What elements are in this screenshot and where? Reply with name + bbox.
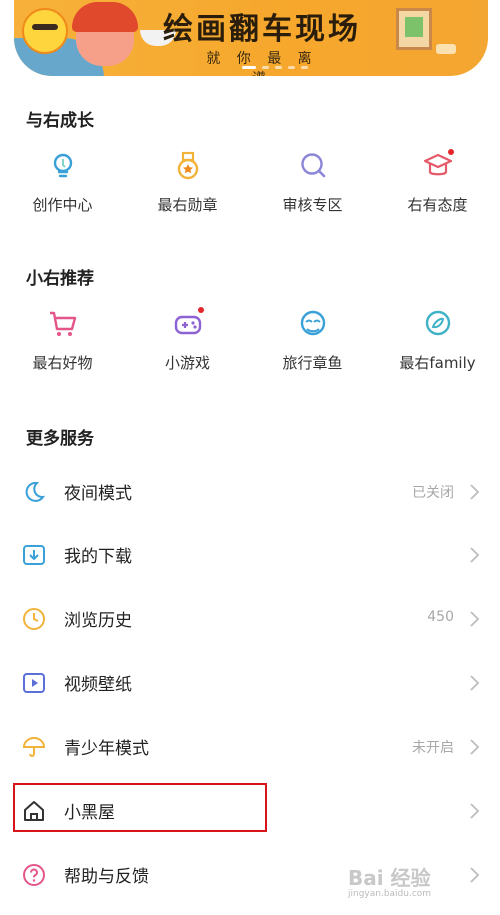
banner-pagination [242,66,308,69]
grid-item-label: 最右family [399,354,476,372]
section-title-services: 更多服务 [26,429,94,449]
watermark-sub: jingyan.baidu.com [348,889,432,899]
grid-item-family[interactable]: 最右family [375,308,500,373]
watermark: Bai 经验 jingyan.baidu.com [348,862,431,899]
gamepad-icon [172,307,204,340]
moon-icon [22,480,46,504]
chevron-right-icon [464,865,484,885]
grid-item-label: 最右勋章 [157,196,218,214]
row-label: 视频壁纸 [64,675,132,695]
banner-dot [301,66,308,69]
help-icon [22,863,46,887]
banner-dot [262,66,269,69]
row-value: 未开启 [412,740,454,756]
clock-icon [22,607,46,631]
family-icon [422,308,454,340]
row-label: 我的下载 [64,547,132,567]
chevron-right-icon [464,673,484,693]
section-title-recommend: 小右推荐 [26,269,94,289]
row-teen-mode[interactable]: 青少年模式 未开启 [0,715,500,779]
banner[interactable]: 绘画翻车现场 就 你 最 离 谱 [14,0,488,76]
video-play-icon [22,671,46,695]
grid-item-label: 审核专区 [282,196,343,214]
graduation-cap-icon [422,149,454,182]
banner-title: 绘画翻车现场 [163,12,361,47]
grid-item-attitude[interactable]: 右有态度 [375,149,500,215]
mushroom-character [72,2,138,66]
notification-badge [447,149,454,155]
chevron-right-icon [464,545,484,565]
section-title-growth: 与右成长 [26,111,94,131]
row-label: 帮助与反馈 [64,867,149,887]
row-value: 已关闭 [412,485,454,501]
banner-subtitle: 就 你 最 离 谱 [206,51,318,76]
notification-badge [197,307,204,313]
umbrella-icon [22,735,46,759]
grid-item-label: 最右好物 [32,354,93,372]
row-label: 浏览历史 [64,611,132,631]
easel-decoration [396,8,432,50]
row-value: 450 [427,609,454,625]
medal-icon [172,150,204,182]
banner-dot [242,66,256,69]
shopping-cart-icon [47,308,79,340]
grid-item-review-zone[interactable]: 审核专区 [250,150,375,215]
smiley-character [22,8,68,54]
growth-grid: 创作中心 最右勋章 审核专区 右有态度 [0,149,500,215]
octopus-icon [297,308,329,340]
grid-item-label: 右有态度 [407,196,468,214]
grid-item-medal[interactable]: 最右勋章 [125,150,250,215]
lightbulb-icon [47,150,79,182]
row-my-downloads[interactable]: 我的下载 [0,523,500,587]
row-label: 夜间模式 [64,484,132,504]
banner-dot [288,66,295,69]
grid-item-creation-center[interactable]: 创作中心 [0,150,125,215]
stool-decoration [436,44,456,54]
grid-item-label: 创作中心 [32,196,93,214]
download-icon [22,543,46,567]
chevron-right-icon [464,482,484,502]
grid-item-label: 小游戏 [164,354,210,372]
grid-item-good-stuff[interactable]: 最右好物 [0,308,125,373]
row-night-mode[interactable]: 夜间模式 已关闭 [0,460,500,524]
highlight-box [13,783,267,832]
row-browsing-history[interactable]: 浏览历史 450 [0,587,500,651]
chevron-right-icon [464,801,484,821]
watermark-text: Bai 经验 [348,866,431,890]
row-video-wallpaper[interactable]: 视频壁纸 [0,651,500,715]
chevron-right-icon [464,737,484,757]
grid-item-travel-octopus[interactable]: 旅行章鱼 [250,308,375,373]
grid-item-mini-games[interactable]: 小游戏 [125,307,250,373]
search-icon [297,150,329,182]
chevron-right-icon [464,609,484,629]
recommend-grid: 最右好物 小游戏 旅行章鱼 最右family [0,307,500,373]
banner-dot [275,66,282,69]
row-label: 青少年模式 [64,739,149,759]
grid-item-label: 旅行章鱼 [282,354,343,372]
